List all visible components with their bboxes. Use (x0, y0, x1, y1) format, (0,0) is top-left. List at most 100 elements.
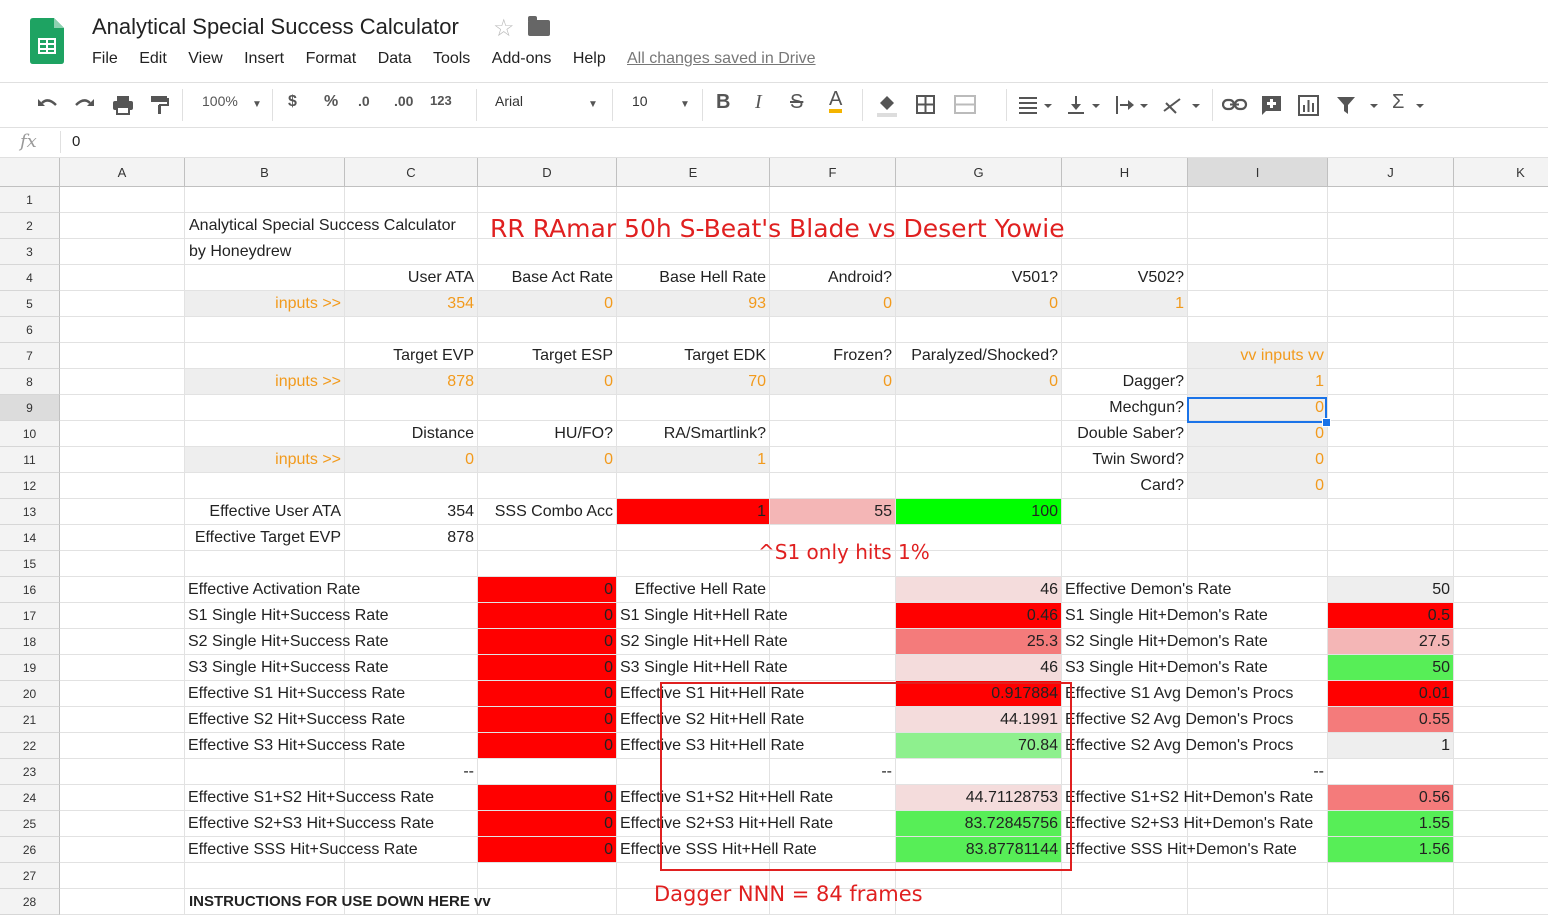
cell-value-e18[interactable]: S2 Single Hit+Hell Rate (617, 629, 788, 655)
cell-value-h8[interactable]: Dagger? (1062, 369, 1188, 395)
cell-value-g17[interactable]: 0.46 (896, 603, 1062, 629)
cell-value-c8[interactable]: 878 (345, 369, 478, 395)
cell-j11[interactable] (1328, 447, 1454, 473)
cell-b23[interactable] (185, 759, 345, 785)
row-header-22[interactable]: 22 (0, 733, 60, 759)
cell-f17[interactable] (770, 603, 896, 629)
cell-e15[interactable] (617, 551, 770, 577)
cell-j15[interactable] (1328, 551, 1454, 577)
cell-k24[interactable] (1454, 785, 1548, 811)
cell-value-h26[interactable]: Effective SSS Hit+Demon's Rate (1062, 837, 1297, 863)
formula-input[interactable]: 0 (72, 133, 80, 150)
cell-d28[interactable] (478, 889, 617, 915)
column-header-i[interactable]: I (1188, 158, 1328, 187)
cell-k17[interactable] (1454, 603, 1548, 629)
menu-insert[interactable]: Insert (244, 50, 284, 68)
row-header-8[interactable]: 8 (0, 369, 60, 395)
cell-i27[interactable] (1188, 863, 1328, 889)
cell-d12[interactable] (478, 473, 617, 499)
cell-e12[interactable] (617, 473, 770, 499)
cell-j13[interactable] (1328, 499, 1454, 525)
cell-j27[interactable] (1328, 863, 1454, 889)
text-wrap-icon[interactable] (1114, 95, 1150, 115)
document-title[interactable]: Analytical Special Success Calculator (92, 14, 459, 40)
row-header-7[interactable]: 7 (0, 343, 60, 369)
cell-value-h10[interactable]: Double Saber? (1062, 421, 1188, 447)
cell-h27[interactable] (1062, 863, 1188, 889)
column-header-g[interactable]: G (896, 158, 1062, 187)
cell-value-g18[interactable]: 25.3 (896, 629, 1062, 655)
cell-value-b16[interactable]: Effective Activation Rate (185, 577, 360, 603)
cell-value-j21[interactable]: 0.55 (1328, 707, 1454, 733)
cell-k26[interactable] (1454, 837, 1548, 863)
cell-a16[interactable] (60, 577, 185, 603)
cell-d6[interactable] (478, 317, 617, 343)
cell-value-d20[interactable]: 0 (478, 681, 617, 707)
cell-i5[interactable] (1188, 291, 1328, 317)
row-header-1[interactable]: 1 (0, 187, 60, 213)
cell-b27[interactable] (185, 863, 345, 889)
cell-k19[interactable] (1454, 655, 1548, 681)
folder-icon[interactable] (528, 16, 550, 36)
cell-value-b5[interactable]: inputs >> (185, 291, 345, 317)
chevron-down-icon[interactable]: ▼ (252, 99, 262, 110)
cell-f9[interactable] (770, 395, 896, 421)
cell-j1[interactable] (1328, 187, 1454, 213)
cell-j4[interactable] (1328, 265, 1454, 291)
cell-value-h4[interactable]: V502? (1062, 265, 1188, 291)
row-header-5[interactable]: 5 (0, 291, 60, 317)
cell-c6[interactable] (345, 317, 478, 343)
cell-j28[interactable] (1328, 889, 1454, 915)
cell-c16[interactable] (345, 577, 478, 603)
cell-value-h21[interactable]: Effective S2 Avg Demon's Procs (1062, 707, 1293, 733)
row-header-9[interactable]: 9 (0, 395, 60, 421)
font-size-select[interactable]: 10 (632, 93, 648, 109)
cell-j7[interactable] (1328, 343, 1454, 369)
cell-b7[interactable] (185, 343, 345, 369)
cell-value-d4[interactable]: Base Act Rate (478, 265, 617, 291)
cell-value-d10[interactable]: HU/FO? (478, 421, 617, 447)
cell-value-c23[interactable]: -- (345, 759, 478, 785)
cell-value-g16[interactable]: 46 (896, 577, 1062, 603)
menu-file[interactable]: File (92, 50, 118, 68)
cell-value-d13[interactable]: SSS Combo Acc (478, 499, 617, 525)
functions-icon[interactable]: Σ (1392, 91, 1404, 114)
cell-b4[interactable] (185, 265, 345, 291)
menu-edit[interactable]: Edit (139, 50, 167, 68)
cell-h2[interactable] (1062, 213, 1188, 239)
cell-b1[interactable] (185, 187, 345, 213)
chart-icon[interactable] (1298, 95, 1320, 117)
cell-value-c13[interactable]: 354 (345, 499, 478, 525)
cell-value-j20[interactable]: 0.01 (1328, 681, 1454, 707)
borders-icon[interactable] (916, 95, 936, 115)
cell-value-d26[interactable]: 0 (478, 837, 617, 863)
cell-i6[interactable] (1188, 317, 1328, 343)
cell-value-e7[interactable]: Target EDK (617, 343, 770, 369)
cell-value-c14[interactable]: 878 (345, 525, 478, 551)
cell-a20[interactable] (60, 681, 185, 707)
zoom-select[interactable]: 100% (202, 93, 238, 109)
cell-k16[interactable] (1454, 577, 1548, 603)
cell-f16[interactable] (770, 577, 896, 603)
cell-value-h11[interactable]: Twin Sword? (1062, 447, 1188, 473)
cell-value-f5[interactable]: 0 (770, 291, 896, 317)
cell-value-b26[interactable]: Effective SSS Hit+Success Rate (185, 837, 418, 863)
cell-a23[interactable] (60, 759, 185, 785)
cell-c3[interactable] (345, 239, 478, 265)
cell-value-h16[interactable]: Effective Demon's Rate (1062, 577, 1231, 603)
fill-color-icon[interactable] (876, 93, 898, 117)
cell-a4[interactable] (60, 265, 185, 291)
cell-value-d17[interactable]: 0 (478, 603, 617, 629)
cell-g9[interactable] (896, 395, 1062, 421)
row-header-28[interactable]: 28 (0, 889, 60, 915)
cell-a27[interactable] (60, 863, 185, 889)
cell-b15[interactable] (185, 551, 345, 577)
cell-value-b14[interactable]: Effective Target EVP (185, 525, 345, 551)
more-formats-button[interactable]: 123 (430, 93, 452, 108)
cell-value-b3[interactable]: by Honeydrew (185, 239, 345, 265)
cell-j10[interactable] (1328, 421, 1454, 447)
cell-value-c11[interactable]: 0 (345, 447, 478, 473)
cell-k5[interactable] (1454, 291, 1548, 317)
cell-a17[interactable] (60, 603, 185, 629)
cell-value-i7[interactable]: vv inputs vv (1188, 343, 1328, 369)
